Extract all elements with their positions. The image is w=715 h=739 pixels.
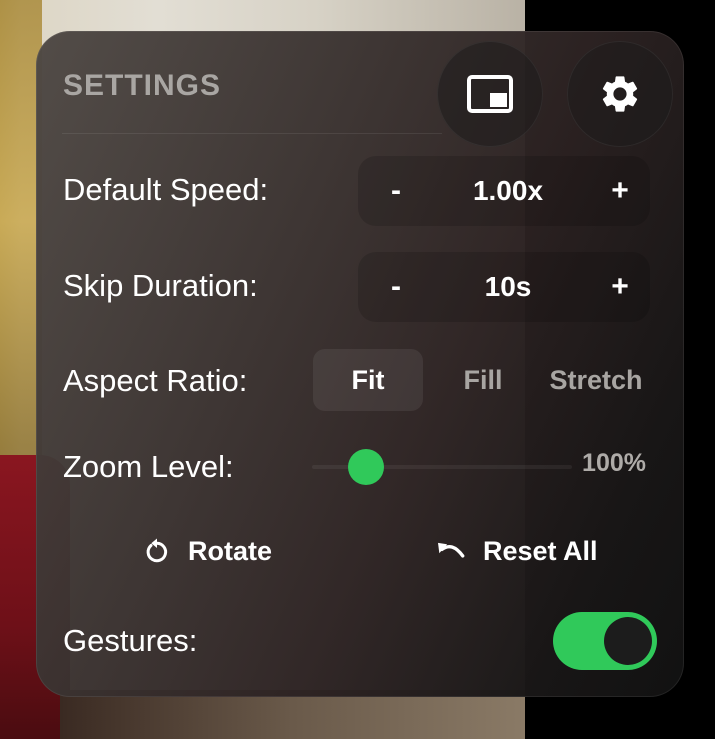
rotate-label: Rotate (188, 536, 273, 566)
zoom-value: 100% (582, 449, 646, 477)
skip-value: 10s (484, 271, 532, 302)
default-speed-label: Default Speed: (63, 172, 269, 207)
rotate-icon (146, 538, 168, 562)
toggle-knob (604, 617, 652, 665)
aspect-option-fill[interactable]: Fill (438, 349, 528, 411)
skip-duration-label: Skip Duration: (63, 268, 258, 303)
default-speed-stepper: - 1.00x + (358, 156, 650, 226)
gestures-label: Gestures: (63, 623, 198, 658)
zoom-slider-thumb[interactable] (348, 449, 384, 485)
rotate-button[interactable]: Rotate (142, 536, 272, 567)
title-divider (62, 133, 442, 134)
gear-icon (602, 76, 638, 112)
zoom-level-label: Zoom Level: (63, 449, 234, 484)
aspect-ratio-label: Aspect Ratio: (63, 363, 248, 398)
reset-all-button[interactable]: Reset All (435, 536, 598, 567)
aspect-option-stretch[interactable]: Stretch (540, 349, 652, 411)
settings-panel: SETTINGS Default Speed: - 1.00x + Skip D… (36, 31, 684, 697)
gestures-toggle[interactable] (553, 612, 657, 670)
picture-in-picture-button[interactable] (437, 41, 543, 147)
skip-increment-button[interactable]: + (585, 252, 655, 322)
speed-decrement-button[interactable]: - (361, 156, 431, 226)
aspect-option-fit[interactable]: Fit (313, 349, 423, 411)
reset-all-label: Reset All (483, 536, 598, 566)
skip-duration-stepper: - 10s + (358, 252, 650, 322)
picture-in-picture-icon (467, 75, 513, 113)
skip-decrement-button[interactable]: - (361, 252, 431, 322)
speed-increment-button[interactable]: + (585, 156, 655, 226)
settings-gear-button[interactable] (567, 41, 673, 147)
undo-icon (438, 542, 465, 558)
settings-title: SETTINGS (63, 69, 222, 102)
speed-value: 1.00x (472, 175, 544, 206)
